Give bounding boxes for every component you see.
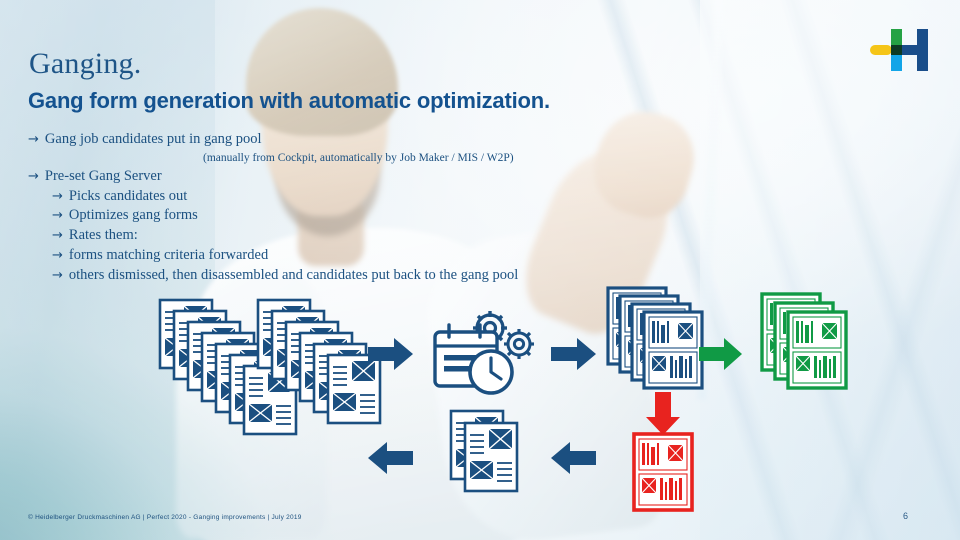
list-item: → Pre-set Gang Server (28, 167, 668, 187)
arrow-right-icon: → (28, 168, 39, 184)
list-item-label: Rates them: (68, 227, 138, 244)
returned-documents (449, 409, 551, 497)
list-item-label: Gang job candidates put in gang pool (44, 131, 262, 147)
gang-pool-stack-right (256, 298, 458, 470)
list-item: → Rates them: (52, 226, 668, 246)
list-item: → Optimizes gang forms (52, 206, 668, 226)
list-item: → forms matching criteria forwarded (52, 246, 668, 266)
footer-copyright: © Heidelberger Druckmaschinen AG | Perfe… (28, 514, 302, 521)
arrow-left-icon (551, 441, 597, 475)
arrow-right-icon: → (28, 132, 39, 147)
page-subtitle: Gang form generation with automatic opti… (28, 88, 550, 113)
rejected-gang-form (632, 432, 695, 513)
arrow-right-icon: → (52, 247, 63, 263)
arrow-right-icon: → (52, 188, 63, 204)
arrow-right-icon (551, 337, 597, 371)
arrow-right-icon: → (52, 228, 63, 244)
list-item: → Picks candidates out (52, 187, 668, 207)
list-item-label: Optimizes gang forms (68, 207, 198, 224)
list-item-label: others dismissed, then disassembled and … (68, 266, 519, 283)
list-item-label: Pre-set Gang Server (44, 167, 162, 184)
gear-icon (504, 329, 534, 359)
gang-server-icon (432, 306, 552, 402)
approved-gang-forms-stack (760, 292, 858, 394)
list-item-label: forms matching criteria forwarded (68, 246, 269, 263)
page-number: 6 (903, 511, 909, 521)
slide-canvas: Ganging. Gang form generation with autom… (0, 0, 960, 540)
arrow-right-icon (699, 337, 743, 371)
arrow-right-icon: → (52, 208, 63, 224)
page-title: Ganging. (29, 47, 142, 80)
list-item: → Gang job candidates put in gang pool (28, 130, 668, 150)
arrow-right-icon: → (52, 267, 63, 283)
list-item-note: (manually from Cockpit, automatically by… (203, 151, 514, 164)
bullet-list: → Gang job candidates put in gang pool (… (28, 130, 668, 285)
heidelberg-h-logo (869, 29, 931, 71)
arrow-left-icon (368, 441, 414, 475)
list-item-label: Picks candidates out (68, 187, 188, 204)
arrow-right-icon (368, 337, 414, 371)
list-item: → others dismissed, then disassembled an… (52, 266, 668, 286)
clock-icon (468, 349, 514, 395)
arrow-down-icon (645, 392, 681, 436)
